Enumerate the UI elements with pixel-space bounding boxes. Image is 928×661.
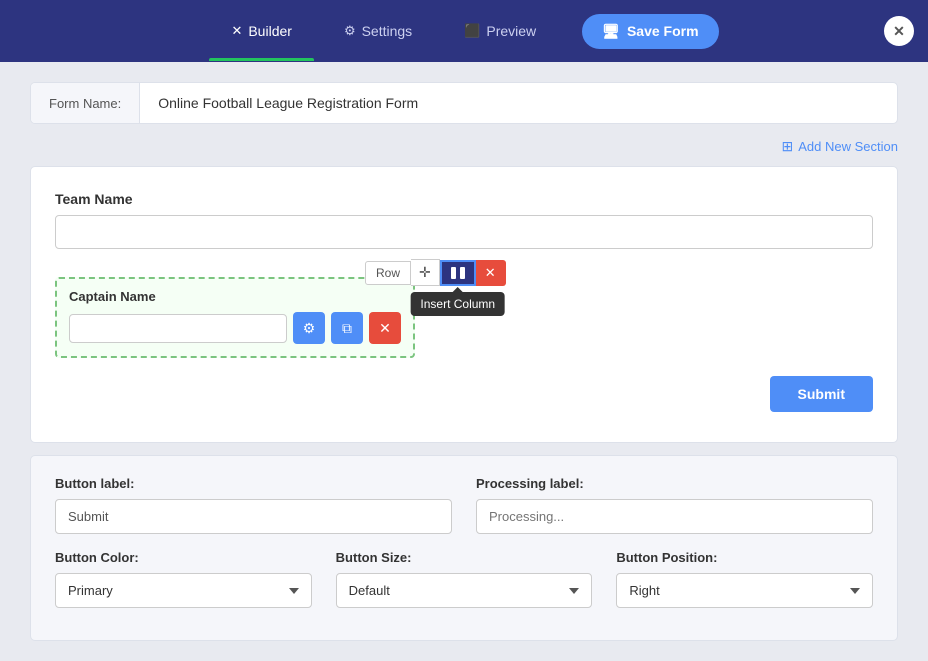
form-name-label: Form Name: [31, 83, 140, 123]
captain-field-box: Captain Name ⚙ ⧉ ✕ [55, 277, 415, 358]
form-section: Team Name Row ✛ Insert Column ✕ [30, 166, 898, 443]
team-name-input[interactable] [55, 215, 873, 249]
button-label-group: Button label: [55, 476, 452, 534]
save-form-button[interactable]: 🖥 Save Form [582, 14, 718, 49]
submit-button[interactable]: Submit [770, 376, 873, 412]
field-copy-button[interactable]: ⧉ [331, 312, 363, 344]
form-name-bar: Form Name: Online Football League Regist… [30, 82, 898, 124]
tab-settings[interactable]: ⚙ Settings [322, 15, 434, 47]
row-delete-button[interactable]: ✕ [476, 260, 506, 286]
button-position-select-wrapper: Right Left Center [616, 573, 873, 608]
insert-column-tooltip: Insert Column [410, 292, 505, 316]
row-toolbar: Row ✛ Insert Column ✕ [365, 259, 506, 286]
bottom-panel-row-1: Button label: Processing label: [55, 476, 873, 534]
button-color-group: Button Color: Primary Secondary Success … [55, 550, 312, 608]
captain-input-row: ⚙ ⧉ ✕ [69, 312, 401, 344]
button-label-input[interactable] [55, 499, 452, 534]
close-button[interactable]: ✕ [884, 16, 914, 46]
processing-label-label: Processing label: [476, 476, 873, 491]
insert-column-icon [450, 266, 466, 280]
bottom-panel: Button label: Processing label: Button C… [30, 455, 898, 641]
form-name-value: Online Football League Registration Form [140, 83, 436, 123]
button-color-select-wrapper: Primary Secondary Success Danger [55, 573, 312, 608]
tab-builder[interactable]: ✕ Builder [209, 15, 314, 47]
button-size-group: Button Size: Default Small Large [336, 550, 593, 608]
row-label: Row [365, 261, 411, 285]
top-nav: ✕ Builder ⚙ Settings ⬛ Preview 🖥 Save Fo… [0, 0, 928, 62]
processing-label-input[interactable] [476, 499, 873, 534]
add-section-icon: ⊞ [782, 138, 794, 155]
row-move-button[interactable]: ✛ [411, 259, 440, 286]
button-size-select-wrapper: Default Small Large [336, 573, 593, 608]
button-size-select[interactable]: Default Small Large [336, 573, 593, 608]
button-position-label: Button Position: [616, 550, 873, 565]
save-icon: 🖥 [602, 23, 620, 40]
button-position-select[interactable]: Right Left Center [616, 573, 873, 608]
captain-name-label: Captain Name [69, 289, 401, 304]
button-color-select[interactable]: Primary Secondary Success Danger [55, 573, 312, 608]
captain-row-container: Row ✛ Insert Column ✕ Captain Name [55, 277, 873, 358]
button-size-label: Button Size: [336, 550, 593, 565]
field-settings-button[interactable]: ⚙ [293, 312, 325, 344]
main-content: Form Name: Online Football League Regist… [0, 62, 928, 661]
row-insert-column-button[interactable]: Insert Column [440, 260, 476, 286]
preview-icon: ⬛ [464, 23, 480, 39]
builder-icon: ✕ [231, 23, 242, 39]
button-color-label: Button Color: [55, 550, 312, 565]
team-name-label: Team Name [55, 191, 873, 207]
captain-name-input[interactable] [69, 314, 287, 343]
settings-icon: ⚙ [344, 23, 356, 39]
add-new-section-button[interactable]: ⊞ Add New Section [782, 138, 898, 155]
button-position-group: Button Position: Right Left Center [616, 550, 873, 608]
add-section-bar: ⊞ Add New Section [30, 132, 898, 162]
bottom-panel-row-2: Button Color: Primary Secondary Success … [55, 550, 873, 608]
field-delete-button[interactable]: ✕ [369, 312, 401, 344]
processing-label-group: Processing label: [476, 476, 873, 534]
submit-row: Submit [55, 376, 873, 412]
button-label-label: Button label: [55, 476, 452, 491]
tab-preview[interactable]: ⬛ Preview [442, 15, 558, 47]
